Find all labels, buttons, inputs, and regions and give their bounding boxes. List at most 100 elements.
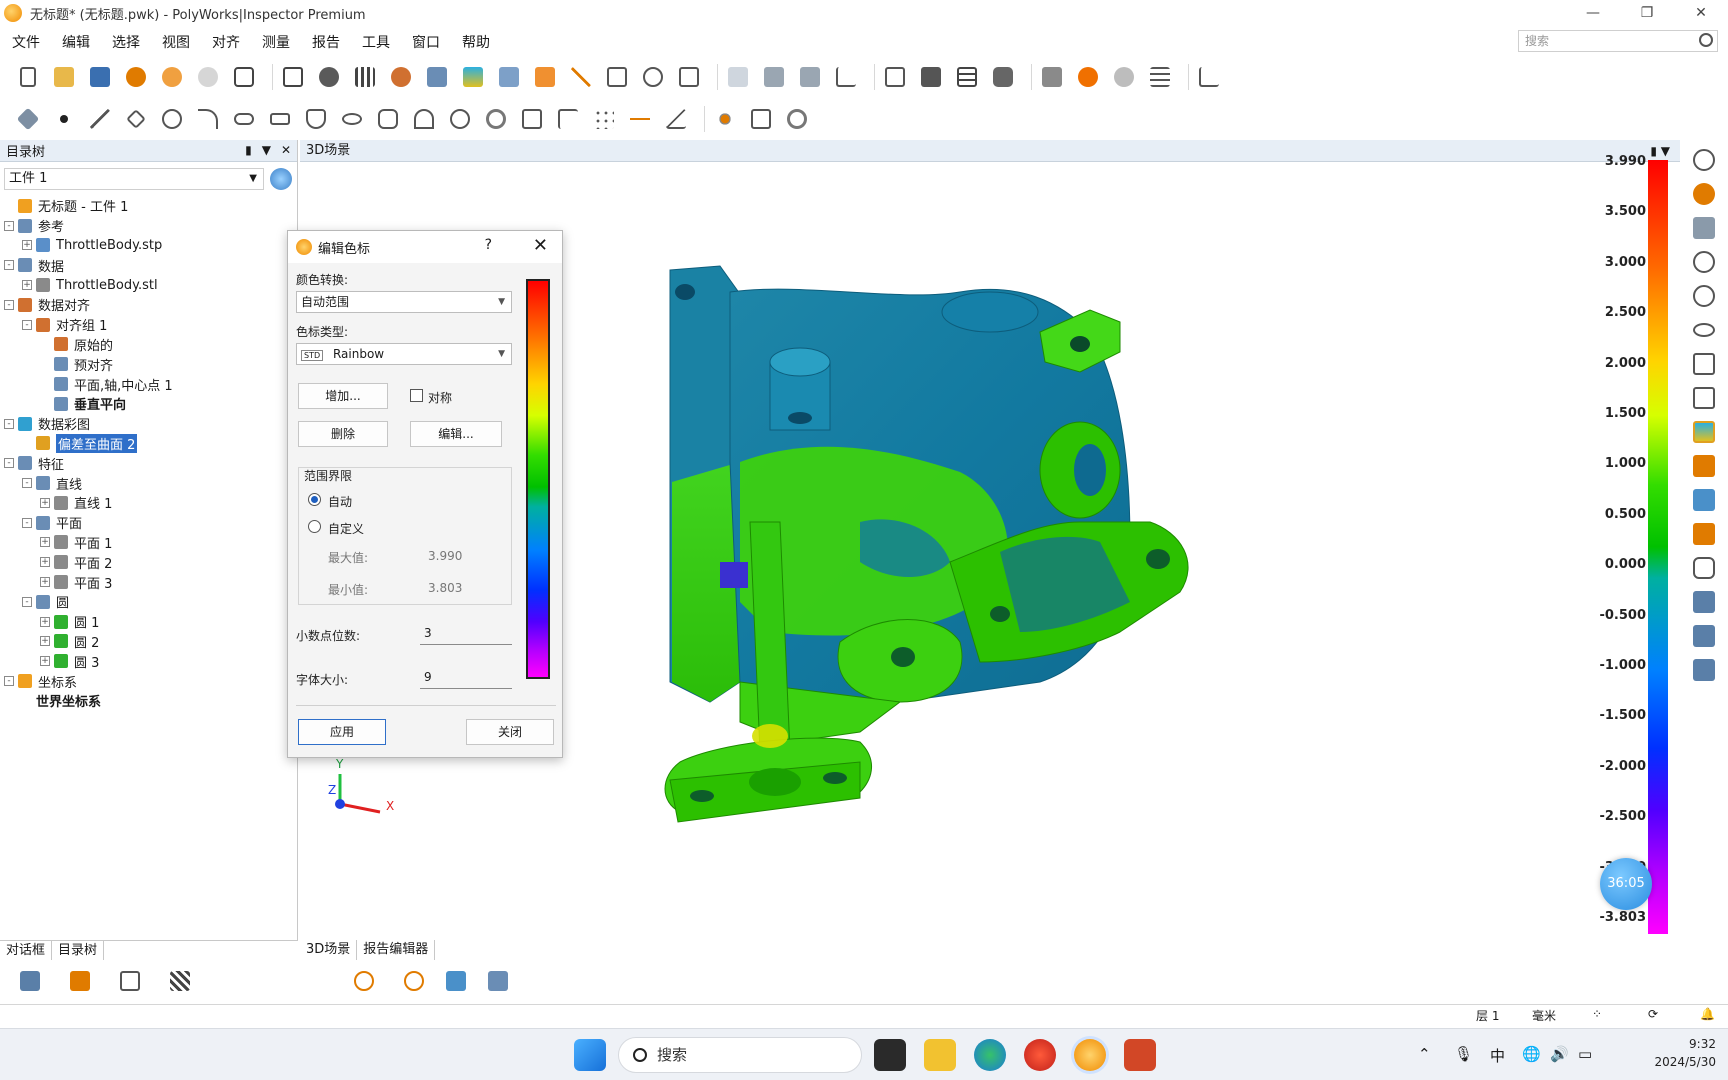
visibility-button[interactable]	[1688, 316, 1720, 344]
chart-button[interactable]	[1195, 63, 1223, 91]
maximize-button[interactable]: ❐	[1620, 0, 1674, 26]
help-icon[interactable]: ?	[485, 237, 492, 253]
arc-feature-button[interactable]	[194, 105, 222, 133]
menu-report[interactable]: 报告	[302, 32, 350, 52]
ime-indicator[interactable]: 中	[1490, 1045, 1505, 1066]
menu-file[interactable]: 文件	[2, 32, 50, 52]
tree-expander[interactable]: -	[4, 220, 14, 231]
ellipse-feature-button[interactable]	[338, 105, 366, 133]
settings-button[interactable]	[230, 63, 258, 91]
tree-item[interactable]: + 平面 2	[0, 552, 296, 572]
tree-item[interactable]: - 数据彩图	[0, 414, 296, 434]
chevron-up-icon[interactable]: ⌃	[1418, 1045, 1431, 1063]
cone-feature-button[interactable]	[410, 105, 438, 133]
battery-icon[interactable]: ▭	[1578, 1045, 1592, 1063]
tree-expander[interactable]: -	[22, 478, 32, 489]
pin-icon[interactable]: ▮	[1650, 144, 1657, 158]
tree-expander[interactable]: +	[22, 280, 32, 291]
select-remove-button[interactable]	[1688, 656, 1720, 684]
volume-icon[interactable]: 🔊	[1550, 1045, 1569, 1063]
tree-item[interactable]: 无标题 - 工件 1	[0, 196, 296, 216]
undo-history-button[interactable]	[158, 63, 186, 91]
tree-expander[interactable]: -	[4, 260, 14, 271]
tree-item[interactable]: - 特征	[0, 453, 296, 473]
tree-item[interactable]: + 圆 1	[0, 612, 296, 632]
points-button[interactable]	[351, 63, 379, 91]
menu-select[interactable]: 选择	[102, 32, 150, 52]
compare-button[interactable]	[495, 63, 523, 91]
tree-item[interactable]: + 圆 3	[0, 651, 296, 671]
select-hand-button[interactable]	[1688, 554, 1720, 582]
import-button[interactable]	[279, 63, 307, 91]
pin-icon[interactable]: ▮	[245, 143, 252, 157]
scene-tool-2-button[interactable]	[400, 967, 428, 995]
line-feature-button[interactable]	[86, 105, 114, 133]
scanner-button[interactable]	[66, 967, 94, 995]
tree-item[interactable]: 预对齐	[0, 354, 296, 374]
zoom-button[interactable]	[1688, 248, 1720, 276]
font-size-input[interactable]: 9	[420, 665, 512, 689]
polygon-feature-button[interactable]	[302, 105, 330, 133]
angle-measure-button[interactable]	[662, 105, 690, 133]
capture-button[interactable]	[917, 63, 945, 91]
tab-3d-scene[interactable]: 3D场景	[300, 940, 358, 960]
cylinder-feature-button[interactable]	[374, 105, 402, 133]
close-panel-icon[interactable]: ✕	[281, 143, 291, 157]
tree-expander[interactable]: +	[40, 537, 50, 548]
tree-item[interactable]: - 直线	[0, 473, 296, 493]
colormap-button[interactable]	[459, 63, 487, 91]
windows-start-icon[interactable]	[574, 1039, 606, 1071]
close-window-button[interactable]: ✕	[1674, 0, 1728, 26]
tree-item[interactable]: - 对齐组 1	[0, 315, 296, 335]
redo-button[interactable]	[194, 63, 222, 91]
recorder-app-icon[interactable]	[1024, 1039, 1056, 1071]
task-view-icon[interactable]	[874, 1039, 906, 1071]
tree-expander[interactable]: -	[4, 299, 14, 310]
feature-settings-button[interactable]	[783, 105, 811, 133]
report-table-button[interactable]	[675, 63, 703, 91]
tree-expander[interactable]: +	[40, 656, 50, 667]
sphere-feature-button[interactable]	[446, 105, 474, 133]
layer-select[interactable]: 层 1	[1476, 1007, 1499, 1024]
tree-expander[interactable]: -	[4, 418, 14, 429]
edge-browser-icon[interactable]	[974, 1039, 1006, 1071]
slot-feature-button[interactable]	[230, 105, 258, 133]
chevron-down-icon[interactable]: ▼	[1661, 144, 1670, 158]
torus-feature-button[interactable]	[482, 105, 510, 133]
add-button[interactable]: 增加...	[298, 383, 388, 409]
zoom-fit-button[interactable]	[1688, 282, 1720, 310]
tree-expander[interactable]: -	[22, 319, 32, 330]
polyline-feature-button[interactable]	[554, 105, 582, 133]
unit-select[interactable]: 毫米	[1532, 1007, 1556, 1024]
powerpoint-icon[interactable]	[1124, 1039, 1156, 1071]
snapshot-button[interactable]	[989, 63, 1017, 91]
gauge-button[interactable]	[603, 63, 631, 91]
view-settings-button[interactable]	[1688, 384, 1720, 412]
macro-button[interactable]	[1038, 63, 1066, 91]
notification-bell-icon[interactable]: 🔔	[1700, 1007, 1715, 1021]
menu-view[interactable]: 视图	[152, 32, 200, 52]
minimize-button[interactable]: —	[1566, 0, 1620, 26]
tab-dialog[interactable]: 对话框	[0, 941, 53, 960]
auto-range-radio[interactable]	[308, 493, 321, 506]
align-button[interactable]	[423, 63, 451, 91]
colormap-toggle-button[interactable]	[1688, 418, 1720, 446]
tree-item[interactable]: - 数据对齐	[0, 295, 296, 315]
scale-type-select[interactable]: STD Rainbow ▼	[296, 343, 512, 365]
network-icon[interactable]: 🌐	[1522, 1045, 1541, 1063]
taskbar-clock[interactable]: 9:32 2024/5/30	[1606, 1035, 1716, 1071]
tree-item[interactable]: 垂直平向	[0, 394, 296, 414]
surface-button[interactable]	[724, 63, 752, 91]
tree-item[interactable]: - 参考	[0, 216, 296, 236]
close-button[interactable]: 关闭	[466, 719, 554, 745]
rectangle-feature-button[interactable]	[266, 105, 294, 133]
tree-item[interactable]: + 圆 2	[0, 632, 296, 652]
tree-item[interactable]: + 平面 3	[0, 572, 296, 592]
measure-line-button[interactable]	[567, 63, 595, 91]
menu-edit[interactable]: 编辑	[52, 32, 100, 52]
chevron-down-icon[interactable]: ▼	[262, 143, 271, 157]
auto-extract-button[interactable]	[711, 105, 739, 133]
workpiece-manager-icon[interactable]	[270, 168, 292, 190]
undo-button[interactable]	[122, 63, 150, 91]
new-file-button[interactable]	[14, 63, 42, 91]
